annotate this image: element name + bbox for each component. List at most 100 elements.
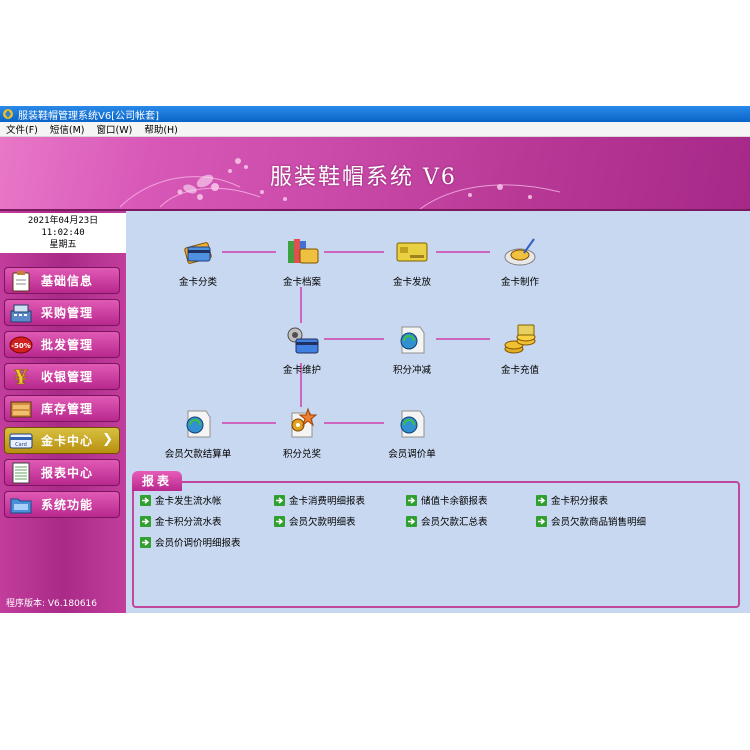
menu-help[interactable]: 帮助(H) bbox=[138, 122, 184, 136]
points-deduct-icon bbox=[400, 326, 425, 354]
green-arrow-icon bbox=[274, 515, 285, 527]
card-category-icon bbox=[184, 242, 212, 264]
clock-time: 11:02:40 bbox=[41, 228, 85, 238]
green-arrow-icon bbox=[140, 515, 151, 527]
green-arrow-icon bbox=[140, 494, 151, 506]
yen-icon: ¥ bbox=[9, 366, 33, 388]
node-label: 积分冲减 bbox=[392, 365, 431, 376]
nav-item-basic-info[interactable]: 基础信息 bbox=[4, 267, 120, 294]
title-bar[interactable]: 服装鞋帽管理系统V6[公司帐套] bbox=[0, 106, 750, 122]
node-member-settle[interactable]: 会员欠款结算单 bbox=[158, 407, 238, 460]
window-title: 服装鞋帽管理系统V6[公司帐套] bbox=[18, 110, 160, 122]
card-issue-icon bbox=[396, 242, 428, 262]
menu-window[interactable]: 窗口(W) bbox=[91, 122, 139, 136]
version-label: 程序版本: V6.180616 bbox=[6, 599, 97, 609]
chevron-right-icon: ❯ bbox=[102, 432, 113, 447]
report-label: 会员欠款明细表 bbox=[289, 517, 356, 528]
report-link-member-price-adjust[interactable]: 会员价调价明细报表 bbox=[140, 535, 241, 549]
report-label: 储值卡余额报表 bbox=[421, 496, 488, 507]
nav-item-report-center[interactable]: 报表中心 bbox=[4, 459, 120, 486]
app-window: 服装鞋帽管理系统V6[公司帐套] 文件(F) 短信(M) 窗口(W) 帮助(H) bbox=[0, 106, 750, 613]
points-redeem-icon bbox=[291, 407, 318, 438]
report-label: 金卡积分流水表 bbox=[155, 517, 222, 528]
report-label: 金卡积分报表 bbox=[551, 496, 609, 507]
green-arrow-icon bbox=[536, 515, 547, 527]
report-link-member-debt-detail[interactable]: 会员欠款明细表 bbox=[274, 514, 356, 528]
menu-file[interactable]: 文件(F) bbox=[0, 122, 44, 136]
reports-panel: 金卡发生流水帐 金卡消费明细报表 储值卡余额报表 金卡积分报表 金卡积分流水表 … bbox=[132, 481, 740, 608]
app-icon bbox=[3, 109, 13, 119]
svg-text:-50%: -50% bbox=[11, 342, 31, 350]
svg-text:Card: Card bbox=[15, 442, 27, 448]
node-points-deduct[interactable]: 积分冲减 bbox=[372, 323, 452, 376]
nav-label: 收银管理 bbox=[41, 370, 94, 384]
header-banner: 服装鞋帽系统 V6 bbox=[0, 137, 750, 209]
report-label: 金卡消费明细报表 bbox=[289, 496, 366, 507]
report-link-stored-value-balance[interactable]: 储值卡余额报表 bbox=[406, 493, 488, 507]
banner-title: 服装鞋帽系统 V6 bbox=[270, 165, 457, 190]
node-label: 金卡维护 bbox=[282, 365, 321, 376]
nav-label: 采购管理 bbox=[41, 306, 94, 320]
folder-icon bbox=[9, 494, 33, 516]
report-icon bbox=[9, 462, 33, 484]
node-label: 金卡充值 bbox=[500, 365, 539, 376]
nav-item-purchase[interactable]: 采购管理 bbox=[4, 299, 120, 326]
card-icon: Card bbox=[9, 430, 33, 452]
discount-tag-icon: -50% bbox=[9, 334, 33, 356]
reports-tab[interactable]: 报表 bbox=[132, 471, 182, 491]
node-label: 会员欠款结算单 bbox=[164, 449, 232, 460]
nav-item-system[interactable]: 系统功能 bbox=[4, 491, 120, 518]
clock-weekday: 星期五 bbox=[49, 240, 77, 250]
node-card-issue[interactable]: 金卡发放 bbox=[372, 235, 452, 288]
nav-item-inventory[interactable]: 库存管理 bbox=[4, 395, 120, 422]
nav-label: 基础信息 bbox=[41, 274, 94, 288]
report-link-card-consumption[interactable]: 金卡消费明细报表 bbox=[274, 493, 365, 507]
node-card-maintain[interactable]: 金卡维护 bbox=[262, 323, 342, 376]
report-link-card-transactions[interactable]: 金卡发生流水帐 bbox=[140, 493, 222, 507]
report-link-points-flow[interactable]: 金卡积分流水表 bbox=[140, 514, 222, 528]
nav-item-wholesale[interactable]: -50% 批发管理 bbox=[4, 331, 120, 358]
report-label: 会员价调价明细报表 bbox=[155, 538, 241, 549]
svg-text:¥: ¥ bbox=[14, 366, 28, 388]
report-link-member-debt-summary[interactable]: 会员欠款汇总表 bbox=[406, 514, 488, 528]
inventory-icon bbox=[9, 398, 33, 420]
node-card-recharge[interactable]: 金卡充值 bbox=[480, 323, 560, 376]
node-points-redeem[interactable]: 积分兑奖 bbox=[262, 407, 342, 460]
node-label: 积分兑奖 bbox=[282, 449, 321, 460]
node-card-archive[interactable]: 金卡档案 bbox=[262, 235, 342, 288]
node-member-price[interactable]: 会员调价单 bbox=[372, 407, 452, 460]
nav-label: 批发管理 bbox=[41, 338, 94, 352]
node-card-make[interactable]: 金卡制作 bbox=[480, 235, 560, 288]
card-make-icon bbox=[504, 238, 536, 266]
green-arrow-icon bbox=[140, 536, 151, 548]
report-label: 会员欠款商品销售明细 bbox=[551, 517, 647, 528]
report-link-card-points[interactable]: 金卡积分报表 bbox=[536, 493, 608, 507]
clock-date: 2021年04月23日 bbox=[27, 216, 99, 226]
node-label: 金卡分类 bbox=[178, 277, 217, 288]
report-label: 金卡发生流水帐 bbox=[155, 496, 222, 507]
green-arrow-icon bbox=[536, 494, 547, 506]
node-card-category[interactable]: 金卡分类 bbox=[158, 235, 238, 288]
nav-label: 系统功能 bbox=[41, 498, 94, 512]
clipboard-icon bbox=[9, 270, 33, 292]
green-arrow-icon bbox=[274, 494, 285, 506]
nav-item-gold-card-center[interactable]: Card 金卡中心 ❯ bbox=[4, 427, 120, 454]
report-link-member-debt-sales[interactable]: 会员欠款商品销售明细 bbox=[536, 514, 646, 528]
card-archive-icon bbox=[288, 239, 319, 264]
menu-sms[interactable]: 短信(M) bbox=[44, 122, 91, 136]
sidebar: 2021年04月23日 11:02:40 星期五 基础信息 采购管理 -50% bbox=[0, 209, 126, 613]
node-label: 金卡制作 bbox=[500, 277, 539, 288]
node-label: 会员调价单 bbox=[388, 449, 436, 460]
green-arrow-icon bbox=[406, 515, 417, 527]
report-label: 会员欠款汇总表 bbox=[421, 517, 488, 528]
green-arrow-icon bbox=[406, 494, 417, 506]
card-recharge-icon bbox=[504, 324, 536, 354]
node-label: 金卡档案 bbox=[282, 277, 321, 288]
nav-item-cashier[interactable]: ¥ 收银管理 bbox=[4, 363, 120, 390]
member-settle-icon bbox=[186, 410, 211, 438]
member-price-icon bbox=[400, 410, 425, 438]
nav-label: 报表中心 bbox=[41, 466, 94, 480]
nav-label: 金卡中心 bbox=[41, 434, 94, 448]
cash-register-icon bbox=[9, 302, 33, 324]
nav-label: 库存管理 bbox=[41, 402, 94, 416]
